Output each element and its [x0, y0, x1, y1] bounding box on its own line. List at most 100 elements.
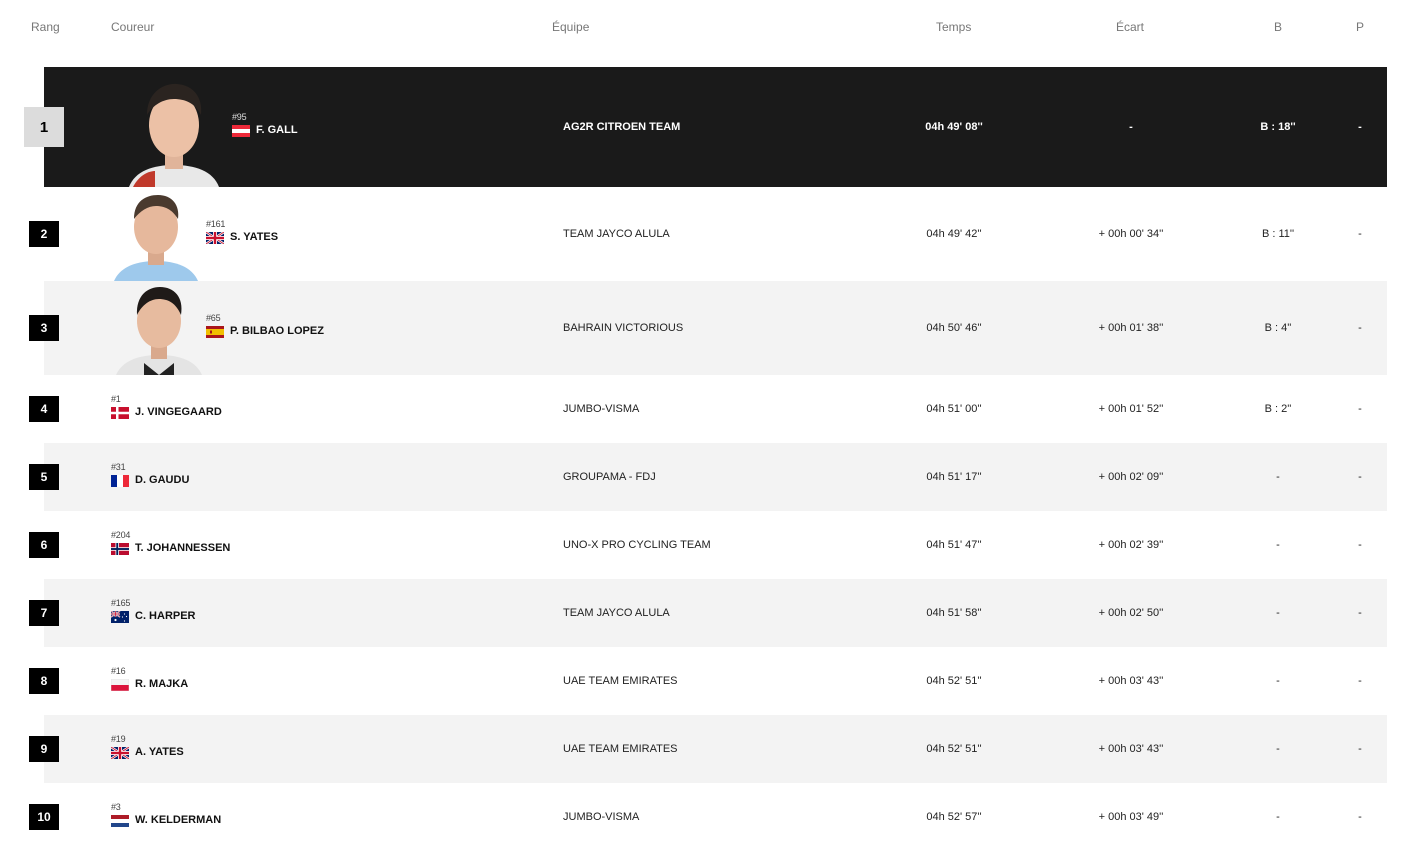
classification-table: 1 #95 F. GALL AG2R CITROEN TEAM 04h 49' … — [0, 67, 1404, 851]
penalty: - — [1358, 403, 1362, 415]
rider-name-link[interactable]: R. MAJKA — [135, 678, 188, 690]
race-time: 04h 49' 08'' — [925, 121, 983, 133]
time-gap: + 00h 02' 50'' — [1098, 607, 1164, 619]
race-time: 04h 51' 47'' — [926, 539, 982, 551]
header-equipe[interactable]: Équipe — [552, 20, 589, 34]
team-name[interactable]: TEAM JAYCO ALULA — [563, 228, 670, 240]
bib-number: #161 — [206, 219, 226, 229]
poland-flag-icon — [111, 679, 129, 691]
race-time: 04h 52' 51'' — [926, 743, 982, 755]
rank-badge: 3 — [29, 315, 59, 341]
rider-photo[interactable] — [114, 283, 204, 375]
uk-flag-icon — [111, 747, 129, 759]
race-time: 04h 52' 51'' — [926, 675, 982, 687]
penalty: - — [1358, 607, 1362, 619]
header-temps[interactable]: Temps — [936, 20, 971, 34]
team-name[interactable]: AG2R CITROEN TEAM — [563, 121, 680, 133]
rider-name-link[interactable]: A. YATES — [135, 746, 184, 758]
rank-badge: 7 — [29, 600, 59, 626]
table-row[interactable]: 8 #16 R. MAJKA UAE TEAM EMIRATES 04h 52'… — [0, 647, 1404, 715]
team-name[interactable]: BAHRAIN VICTORIOUS — [563, 322, 683, 334]
bonus-seconds: B : 18'' — [1260, 121, 1296, 133]
time-gap: + 00h 02' 39'' — [1098, 539, 1164, 551]
rank-badge: 6 — [29, 532, 59, 558]
denmark-flag-icon — [111, 407, 129, 419]
race-time: 04h 51' 17'' — [926, 471, 982, 483]
team-name[interactable]: TEAM JAYCO ALULA — [563, 607, 670, 619]
table-row[interactable]: 6 #204 T. JOHANNESSEN UNO-X PRO CYCLING … — [0, 511, 1404, 579]
table-row[interactable]: 2 #161 S. YATES TEAM JAYCO ALULA 04h 49'… — [0, 187, 1404, 281]
rider-photo[interactable] — [125, 75, 223, 187]
race-time: 04h 51' 00'' — [926, 403, 982, 415]
rank-badge: 9 — [29, 736, 59, 762]
time-gap: + 00h 00' 34'' — [1098, 228, 1164, 240]
bonus-seconds: - — [1276, 471, 1280, 483]
time-gap: + 00h 03' 43'' — [1098, 675, 1164, 687]
team-name[interactable]: JUMBO-VISMA — [563, 403, 639, 415]
header-coureur[interactable]: Coureur — [111, 20, 154, 34]
rider-name-link[interactable]: D. GAUDU — [135, 474, 189, 486]
penalty: - — [1358, 539, 1362, 551]
rider-name-link[interactable]: W. KELDERMAN — [135, 814, 221, 826]
netherlands-flag-icon — [111, 815, 129, 827]
penalty: - — [1358, 743, 1362, 755]
table-row[interactable]: 9 #19 A. YATES UAE TEAM EMIRATES 04h 52'… — [0, 715, 1404, 783]
bonus-seconds: - — [1276, 607, 1280, 619]
table-row[interactable]: 4 #1 J. VINGEGAARD JUMBO-VISMA 04h 51' 0… — [0, 375, 1404, 443]
rider-photo[interactable] — [112, 189, 200, 281]
time-gap: + 00h 03' 43'' — [1098, 743, 1164, 755]
bonus-seconds: - — [1276, 675, 1280, 687]
bonus-seconds: B : 11'' — [1261, 228, 1295, 240]
team-name[interactable]: GROUPAMA - FDJ — [563, 471, 656, 483]
header-rang[interactable]: Rang — [31, 20, 60, 34]
rider-name-link[interactable]: P. BILBAO LOPEZ — [230, 325, 324, 337]
classification-page: Rang Coureur Équipe Temps Écart B P 1 #9… — [0, 0, 1404, 856]
spain-flag-icon — [206, 326, 224, 338]
bib-number: #19 — [111, 734, 126, 744]
bib-number: #31 — [111, 462, 126, 472]
team-name[interactable]: UNO-X PRO CYCLING TEAM — [563, 539, 711, 551]
australia-flag-icon — [111, 611, 129, 623]
penalty: - — [1358, 228, 1362, 240]
rank-badge: 1 — [24, 107, 64, 147]
rider-name-link[interactable]: C. HARPER — [135, 610, 196, 622]
time-gap: - — [1129, 121, 1133, 133]
rider-name-link[interactable]: T. JOHANNESSEN — [135, 542, 230, 554]
rider-name-link[interactable]: J. VINGEGAARD — [135, 406, 222, 418]
header-bonus[interactable]: B — [1274, 20, 1282, 34]
team-name[interactable]: UAE TEAM EMIRATES — [563, 675, 678, 687]
table-row[interactable]: 10 #3 W. KELDERMAN JUMBO-VISMA 04h 52' 5… — [0, 783, 1404, 851]
team-name[interactable]: UAE TEAM EMIRATES — [563, 743, 678, 755]
bib-number: #3 — [111, 802, 121, 812]
bib-number: #95 — [232, 112, 247, 122]
bonus-seconds: - — [1276, 811, 1280, 823]
norway-flag-icon — [111, 543, 129, 555]
bib-number: #165 — [111, 598, 131, 608]
table-row[interactable]: 3 #65 P. BILBAO LOPEZ BAHRAIN VICTORIOUS… — [0, 281, 1404, 375]
penalty: - — [1358, 471, 1362, 483]
table-header: Rang Coureur Équipe Temps Écart B P — [0, 0, 1404, 56]
rider-name-link[interactable]: F. GALL — [256, 124, 298, 136]
rider-name-link[interactable]: S. YATES — [230, 231, 278, 243]
table-row[interactable]: 5 #31 D. GAUDU GROUPAMA - FDJ 04h 51' 17… — [0, 443, 1404, 511]
bib-number: #16 — [111, 666, 126, 676]
table-row[interactable]: 1 #95 F. GALL AG2R CITROEN TEAM 04h 49' … — [0, 67, 1404, 187]
race-time: 04h 50' 46'' — [926, 322, 982, 334]
bib-number: #1 — [111, 394, 121, 404]
austria-flag-icon — [232, 125, 250, 137]
time-gap: + 00h 03' 49'' — [1098, 811, 1164, 823]
penalty: - — [1358, 811, 1362, 823]
penalty: - — [1358, 322, 1362, 334]
header-ecart[interactable]: Écart — [1116, 20, 1144, 34]
rank-badge: 10 — [29, 804, 59, 830]
time-gap: + 00h 01' 52'' — [1098, 403, 1164, 415]
penalty: - — [1358, 121, 1362, 133]
header-penalty[interactable]: P — [1356, 20, 1364, 34]
rank-badge: 4 — [29, 396, 59, 422]
rank-badge: 2 — [29, 221, 59, 247]
france-flag-icon — [111, 475, 129, 487]
team-name[interactable]: JUMBO-VISMA — [563, 811, 639, 823]
table-row[interactable]: 7 #165 C. HARPER TEAM JAYCO ALULA 04h 51… — [0, 579, 1404, 647]
bonus-seconds: B : 2'' — [1264, 403, 1292, 415]
rank-badge: 8 — [29, 668, 59, 694]
